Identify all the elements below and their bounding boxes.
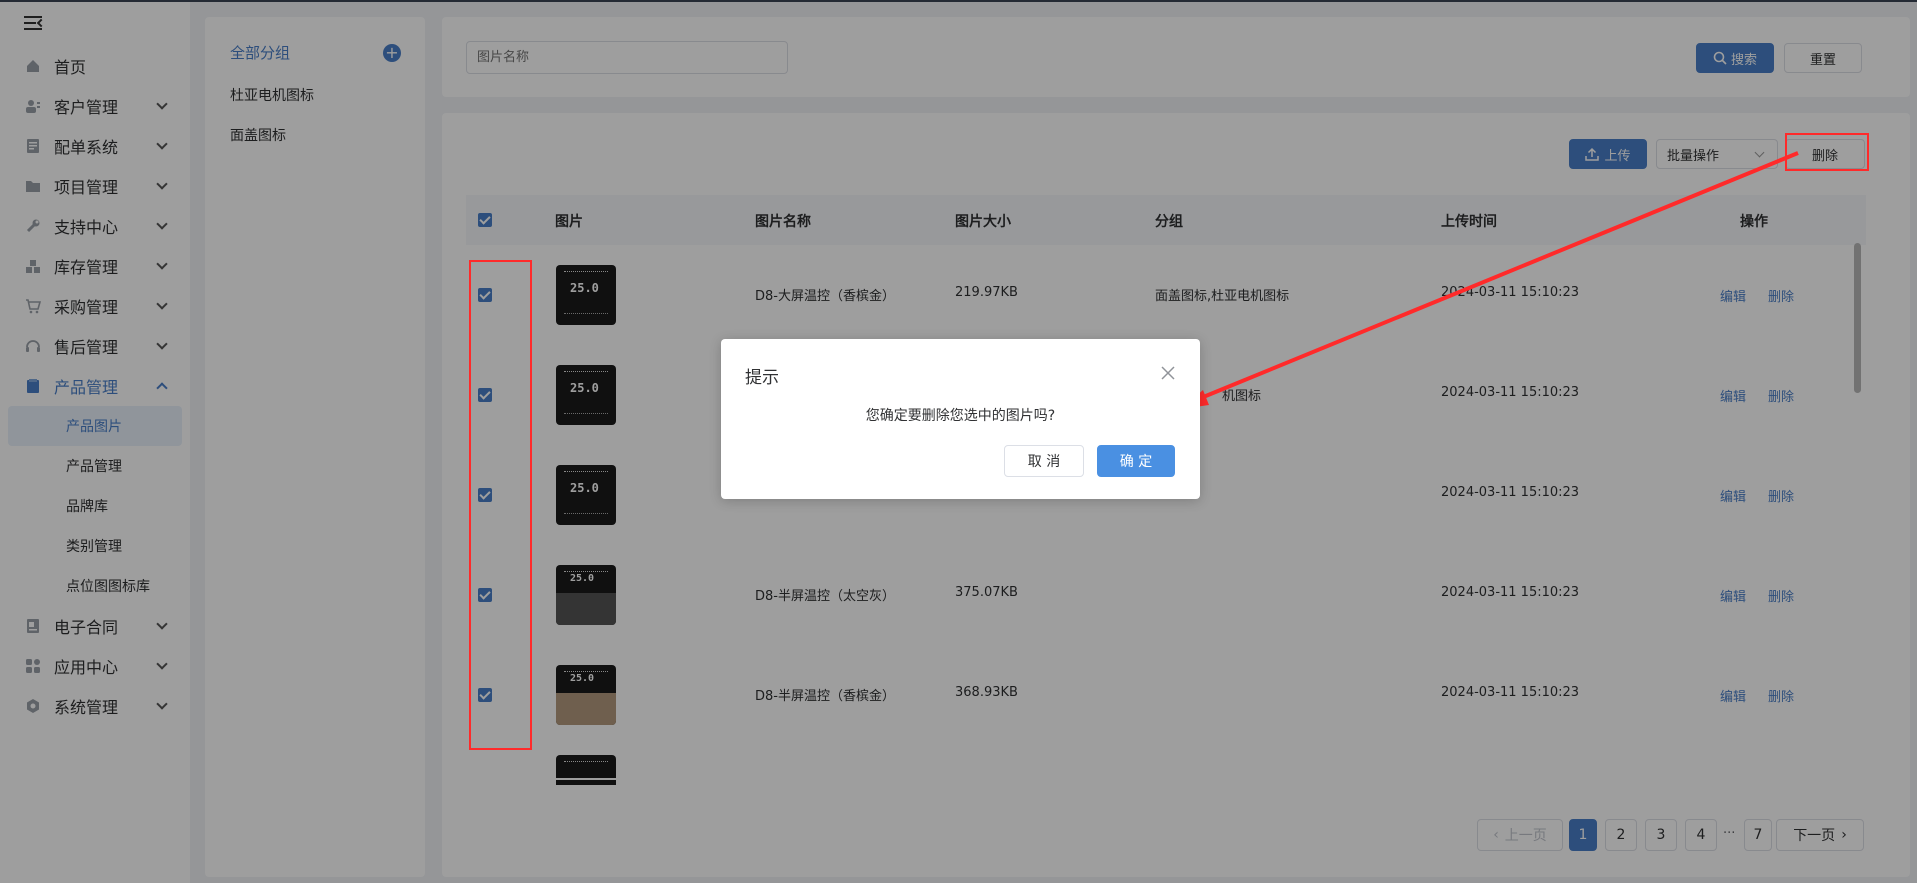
- cancel-button[interactable]: 取 消: [1004, 445, 1084, 477]
- confirm-button[interactable]: 确 定: [1097, 445, 1175, 477]
- confirm-dialog: 提示 您确定要删除您选中的图片吗? 取 消 确 定: [721, 339, 1200, 499]
- annotation-delete-highlight: [1785, 133, 1869, 171]
- dialog-title: 提示: [745, 368, 779, 388]
- annotation-checkbox-highlight: [469, 260, 532, 750]
- close-icon[interactable]: [1160, 365, 1176, 381]
- dialog-message: 您确定要删除您选中的图片吗?: [865, 408, 1056, 424]
